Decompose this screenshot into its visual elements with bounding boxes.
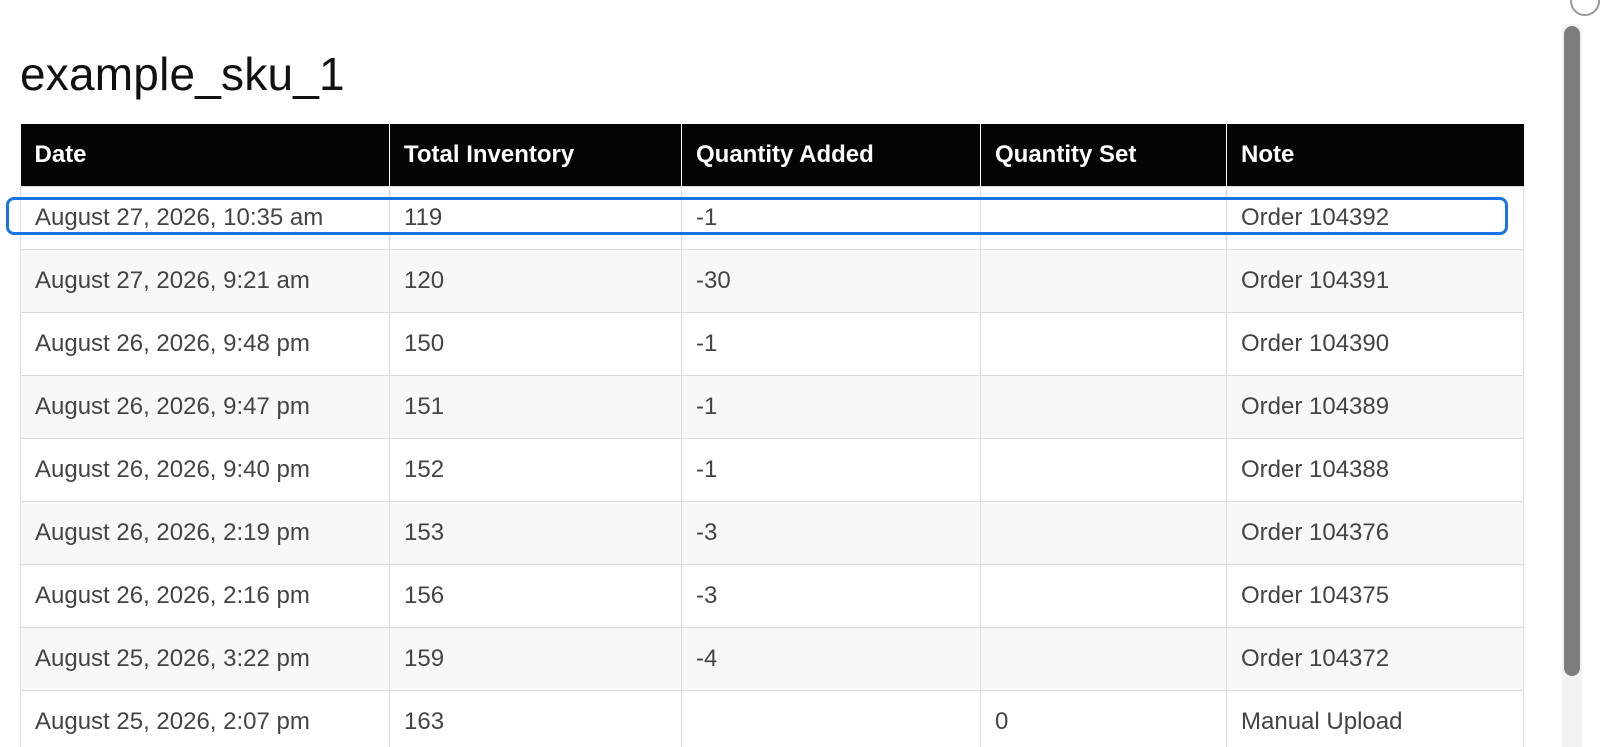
cell-quantity-set (980, 500, 1227, 565)
cell-total-inventory: 159 (389, 626, 682, 691)
cell-note: Order 104390 (1226, 311, 1524, 376)
cell-quantity-added: -3 (681, 563, 981, 628)
cell-note: Order 104389 (1226, 374, 1524, 439)
cell-quantity-set (980, 185, 1227, 250)
column-header-note: Note (1226, 124, 1524, 186)
cell-note: Order 104391 (1226, 248, 1524, 313)
cell-quantity-set (980, 437, 1227, 502)
cell-date: August 26, 2026, 2:16 pm (20, 563, 390, 628)
cell-quantity-added: -1 (681, 185, 981, 250)
cell-total-inventory: 150 (389, 311, 682, 376)
cell-quantity-added: -1 (681, 311, 981, 376)
table-row[interactable]: August 26, 2026, 9:40 pm 152 -1 Order 10… (20, 437, 1524, 502)
cell-quantity-set (980, 626, 1227, 691)
cell-quantity-added: -4 (681, 626, 981, 691)
inventory-history-table: Date Total Inventory Quantity Added Quan… (20, 124, 1524, 747)
column-header-date: Date (20, 124, 390, 186)
cell-note: Order 104372 (1226, 626, 1524, 691)
cell-note: Manual Upload (1226, 689, 1524, 747)
column-header-total-inventory: Total Inventory (389, 124, 682, 186)
cell-date: August 25, 2026, 3:22 pm (20, 626, 390, 691)
cell-total-inventory: 119 (389, 185, 682, 250)
cell-note: Order 104392 (1226, 185, 1524, 250)
cell-quantity-set: 0 (980, 689, 1227, 747)
table-row[interactable]: August 26, 2026, 2:16 pm 156 -3 Order 10… (20, 563, 1524, 628)
cell-total-inventory: 152 (389, 437, 682, 502)
cell-date: August 27, 2026, 10:35 am (20, 185, 390, 250)
table-row[interactable]: August 25, 2026, 3:22 pm 159 -4 Order 10… (20, 626, 1524, 691)
table-row[interactable]: August 26, 2026, 9:48 pm 150 -1 Order 10… (20, 311, 1524, 376)
table-row[interactable]: August 27, 2026, 9:21 am 120 -30 Order 1… (20, 248, 1524, 313)
cell-quantity-added: -3 (681, 500, 981, 565)
cell-quantity-added: -1 (681, 374, 981, 439)
cell-note: Order 104388 (1226, 437, 1524, 502)
cell-date: August 27, 2026, 9:21 am (20, 248, 390, 313)
cell-total-inventory: 156 (389, 563, 682, 628)
cell-date: August 25, 2026, 2:07 pm (20, 689, 390, 747)
cell-quantity-added: -30 (681, 248, 981, 313)
cell-note: Order 104376 (1226, 500, 1524, 565)
column-header-quantity-set: Quantity Set (980, 124, 1227, 186)
cell-note: Order 104375 (1226, 563, 1524, 628)
cell-quantity-set (980, 374, 1227, 439)
table-row[interactable]: August 27, 2026, 10:35 am 119 -1 Order 1… (20, 185, 1524, 250)
cell-total-inventory: 120 (389, 248, 682, 313)
corner-circle-icon (1570, 0, 1600, 16)
inventory-table-container: Date Total Inventory Quantity Added Quan… (20, 124, 1524, 747)
cell-total-inventory: 153 (389, 500, 682, 565)
cell-quantity-set (980, 563, 1227, 628)
table-row[interactable]: August 25, 2026, 2:07 pm 163 0 Manual Up… (20, 689, 1524, 747)
cell-quantity-added: -1 (681, 437, 981, 502)
cell-quantity-set (980, 248, 1227, 313)
table-row[interactable]: August 26, 2026, 9:47 pm 151 -1 Order 10… (20, 374, 1524, 439)
cell-quantity-added (681, 689, 981, 747)
cell-quantity-set (980, 311, 1227, 376)
scrollbar-thumb[interactable] (1564, 26, 1580, 676)
table-header-row: Date Total Inventory Quantity Added Quan… (20, 124, 1524, 186)
cell-date: August 26, 2026, 9:48 pm (20, 311, 390, 376)
table-row[interactable]: August 26, 2026, 2:19 pm 153 -3 Order 10… (20, 500, 1524, 565)
cell-date: August 26, 2026, 2:19 pm (20, 500, 390, 565)
cell-date: August 26, 2026, 9:47 pm (20, 374, 390, 439)
column-header-quantity-added: Quantity Added (681, 124, 981, 186)
cell-total-inventory: 151 (389, 374, 682, 439)
inventory-history-page: example_sku_1 Date Total Inventory Quant… (0, 0, 1600, 747)
cell-total-inventory: 163 (389, 689, 682, 747)
page-title: example_sku_1 (20, 48, 345, 100)
cell-date: August 26, 2026, 9:40 pm (20, 437, 390, 502)
